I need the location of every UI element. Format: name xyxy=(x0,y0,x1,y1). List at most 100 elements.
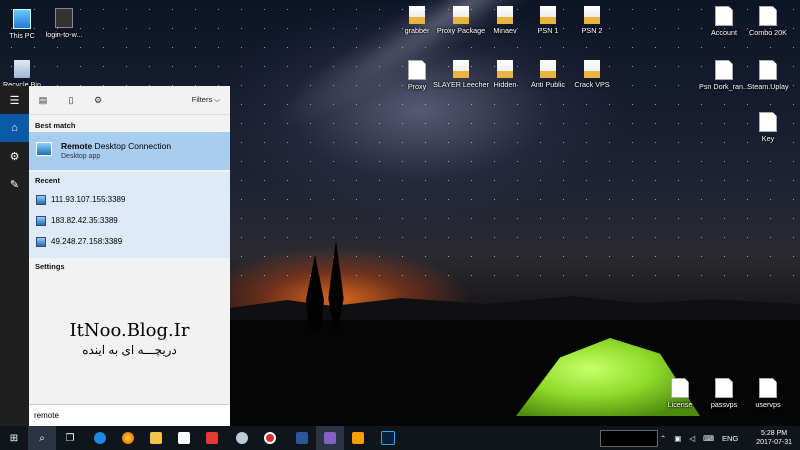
settings-gear-icon[interactable]: ⚙ xyxy=(0,142,29,170)
firefox-button[interactable] xyxy=(114,426,142,450)
file-explorer-button[interactable] xyxy=(142,426,170,450)
remote-desktop-icon xyxy=(36,216,46,226)
recent-item-label: 183.82.42.35:3389 xyxy=(51,216,118,225)
search-icon: ⌕ xyxy=(39,432,45,444)
filters-dropdown[interactable]: Filters ⌵ xyxy=(192,95,220,105)
folder-icon xyxy=(540,6,556,24)
icon-label: PSN 2 xyxy=(581,26,603,35)
photoshop-button[interactable] xyxy=(374,426,402,450)
edge-button[interactable] xyxy=(86,426,114,450)
app-p-button[interactable] xyxy=(198,426,226,450)
task-view-icon: ❐ xyxy=(65,432,75,444)
volume-icon[interactable]: ◁ xyxy=(689,434,695,443)
desktop-icon-recycle-bin[interactable]: Recycle Bin xyxy=(0,60,54,89)
watermark: ItNoo.Blog.Ir دریچـــه ای به اینده xyxy=(29,320,230,357)
app-icon xyxy=(55,8,73,28)
network-icon[interactable]: ▣ xyxy=(674,434,681,443)
icon-label: Steam.Uplay xyxy=(747,82,789,91)
folder-icon xyxy=(453,6,469,24)
media-player-icon xyxy=(352,432,364,444)
icon-label: Crack VPS xyxy=(574,80,610,89)
icon-label: grabber xyxy=(404,26,430,35)
apps-filter-icon[interactable]: ▤ xyxy=(37,94,49,106)
media-player-button[interactable] xyxy=(344,426,372,450)
photoshop-icon xyxy=(381,431,395,445)
icon-label: passvps xyxy=(710,400,738,409)
search-results-panel: ▤ ▯ ⚙ Filters ⌵ Best match Remote Deskto… xyxy=(29,86,230,426)
start-button[interactable]: ⊞ xyxy=(0,426,28,450)
watermark-title: ItNoo.Blog.Ir xyxy=(69,320,190,341)
folder-icon xyxy=(409,6,425,24)
word-button[interactable] xyxy=(288,426,316,450)
desktop-icon-combo[interactable]: Combo 20K xyxy=(736,6,800,37)
recent-item[interactable]: 49.248.27.158:3389 xyxy=(29,232,230,252)
recent-section: Recent 111.93.107.155:3389 183.82.42.35:… xyxy=(29,172,230,258)
remote-desktop-icon xyxy=(36,142,52,156)
home-icon[interactable]: ⌂ xyxy=(0,114,29,142)
clock[interactable]: 5:28 PM 2017-07-31 xyxy=(756,429,792,447)
icon-label: This PC xyxy=(9,31,35,40)
language-indicator[interactable]: ENG xyxy=(722,434,738,443)
start-menu-rail: ☰ ⌂ ⚙ ✎ xyxy=(0,86,29,426)
folder-icon xyxy=(453,60,469,78)
hamburger-icon[interactable]: ☰ xyxy=(0,86,29,114)
folder-icon xyxy=(584,60,600,78)
icon-label: PSN 1 xyxy=(537,26,559,35)
desktop-icon-crack-vps[interactable]: Crack VPS xyxy=(560,60,624,89)
icon-label: Combo 20K xyxy=(749,28,787,37)
icon-label: Account xyxy=(711,28,737,37)
app-globe-button[interactable] xyxy=(228,426,256,450)
icon-label: Key xyxy=(761,134,775,143)
icon-label: License xyxy=(667,400,693,409)
recent-item[interactable]: 111.93.107.155:3389 xyxy=(29,190,230,210)
desktop-icon-psn2[interactable]: PSN 2 xyxy=(560,6,624,35)
firefox-icon xyxy=(122,432,134,444)
document-icon xyxy=(759,112,777,132)
folder-icon xyxy=(584,6,600,24)
ground xyxy=(230,320,800,426)
word-icon xyxy=(296,432,308,444)
windows-logo-icon: ⊞ xyxy=(9,432,19,444)
visual-studio-button[interactable] xyxy=(316,426,344,450)
settings-filter-icon[interactable]: ⚙ xyxy=(92,94,104,106)
keyboard-icon[interactable]: ⌨ xyxy=(703,434,714,443)
document-icon xyxy=(715,60,733,80)
icon-label: login-to-w... xyxy=(45,30,83,39)
visual-studio-icon xyxy=(324,432,336,444)
desktop: This PC login-to-w... Recycle Bin grabbe… xyxy=(0,0,800,426)
desktop-icon-login[interactable]: login-to-w... xyxy=(32,6,96,39)
folder-icon xyxy=(497,6,513,24)
recent-item-label: 111.93.107.155:3389 xyxy=(51,195,126,204)
documents-filter-icon[interactable]: ▯ xyxy=(65,94,77,106)
search-input[interactable] xyxy=(34,409,219,422)
recorder-button[interactable] xyxy=(256,426,284,450)
document-icon xyxy=(408,60,426,80)
search-box xyxy=(29,404,230,426)
filters-label: Filters xyxy=(191,95,213,104)
document-icon xyxy=(715,6,733,26)
recent-header: Recent xyxy=(35,176,61,185)
recycle-bin-icon xyxy=(14,60,30,78)
store-button[interactable] xyxy=(170,426,198,450)
chevron-up-icon[interactable]: ⌃ xyxy=(660,434,666,443)
edge-icon xyxy=(94,432,106,444)
document-icon xyxy=(759,60,777,80)
p-app-icon xyxy=(206,432,218,444)
watermark-subtitle: دریچـــه ای به اینده xyxy=(82,343,177,357)
system-tray: ⌃ ▣ ◁ ⌨ ENG xyxy=(660,426,738,450)
best-match-item[interactable]: Remote Desktop Connection Desktop app xyxy=(29,132,230,170)
folder-icon xyxy=(540,60,556,78)
task-view-button[interactable]: ❐ xyxy=(56,426,84,450)
desktop-icon-key[interactable]: Key xyxy=(736,112,800,143)
icon-label: Minaev xyxy=(493,26,517,35)
folder-icon xyxy=(497,60,513,78)
globe-icon xyxy=(236,432,248,444)
taskbar-toolbar-box[interactable] xyxy=(600,430,658,447)
feedback-icon[interactable]: ✎ xyxy=(0,170,29,198)
desktop-icon-uservps[interactable]: uservps xyxy=(736,378,800,409)
desktop-icon-steam-uplay[interactable]: Steam.Uplay xyxy=(736,60,800,91)
icon-label: Hidden xyxy=(493,80,517,89)
clock-time: 5:28 PM xyxy=(761,430,788,437)
recent-item[interactable]: 183.82.42.35:3389 xyxy=(29,211,230,231)
search-button[interactable]: ⌕ xyxy=(28,426,56,450)
